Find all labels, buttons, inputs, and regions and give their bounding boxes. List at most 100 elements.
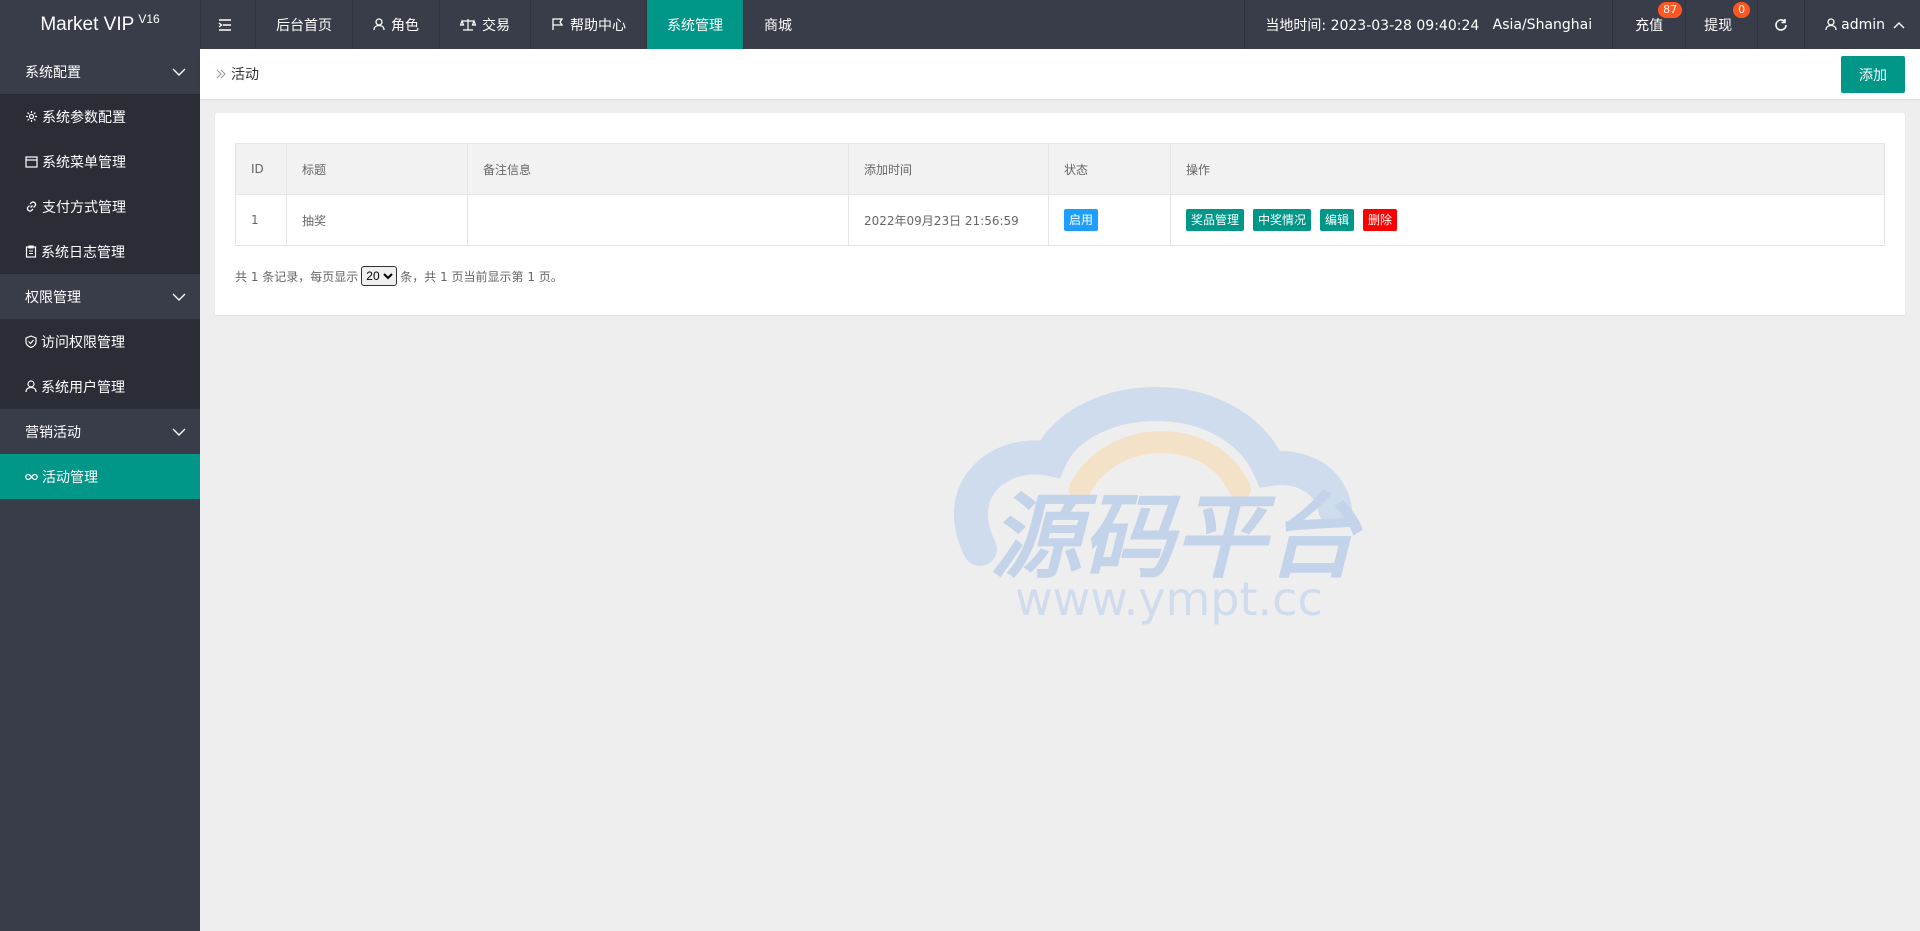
activity-table: ID 标题 备注信息 添加时间 状态 操作 1 抽奖 2022年09月23日 2… bbox=[235, 143, 1885, 246]
withdraw-button[interactable]: 提现 0 bbox=[1685, 0, 1757, 49]
top-nav: 后台首页 角色 交易 帮助中心 系统管理 商城 bbox=[200, 0, 812, 49]
cell-id: 1 bbox=[235, 194, 287, 246]
group-label: 营销活动 bbox=[25, 424, 81, 441]
nav-trade[interactable]: 交易 bbox=[440, 0, 531, 49]
link-icon bbox=[26, 201, 37, 212]
edit-button[interactable]: 编辑 bbox=[1320, 209, 1355, 231]
activity-panel: ID 标题 备注信息 添加时间 状态 操作 1 抽奖 2022年09月23日 2… bbox=[215, 113, 1905, 315]
username: admin bbox=[1841, 16, 1885, 33]
sidebar-group-system-config[interactable]: 系统配置 bbox=[0, 49, 200, 94]
nav-label: 后台首页 bbox=[276, 17, 332, 34]
cell-title: 抽奖 bbox=[286, 194, 468, 246]
col-header-actions[interactable]: 操作 bbox=[1170, 143, 1885, 195]
item-label: 系统用户管理 bbox=[41, 379, 125, 396]
double-chevron-right-icon bbox=[216, 69, 226, 79]
local-time: 当地时间: 2023-03-28 09:40:24 Asia/Shanghai bbox=[1244, 0, 1612, 49]
col-header-note[interactable]: 备注信息 bbox=[467, 143, 849, 195]
main-content: 活动 添加 ID 标题 备注信息 添加时间 状态 操作 1 抽奖 2022年09… bbox=[200, 49, 1920, 931]
status-badge[interactable]: 启用 bbox=[1064, 209, 1099, 231]
winners-button[interactable]: 中奖情况 bbox=[1253, 209, 1312, 231]
sidebar-group-marketing[interactable]: 营销活动 bbox=[0, 409, 200, 454]
breadcrumb: 活动 添加 bbox=[200, 49, 1920, 99]
user-icon bbox=[25, 380, 37, 393]
nav-label: 商城 bbox=[764, 17, 792, 34]
nav-label: 交易 bbox=[482, 17, 510, 34]
chevron-down-icon bbox=[172, 428, 186, 436]
group-label: 系统配置 bbox=[25, 64, 81, 81]
chevron-up-icon bbox=[1893, 21, 1905, 28]
sidebar: 系统配置 系统参数配置 系统菜单管理 支付方式管理 系统日志管理 权限管理 访问… bbox=[0, 49, 200, 931]
sidebar-item-access[interactable]: 访问权限管理 bbox=[0, 319, 200, 364]
pagination: 共 1 条记录，每页显示 20 条，共 1 页当前显示第 1 页。 bbox=[235, 266, 563, 286]
shield-icon bbox=[25, 335, 37, 348]
logo-text: Market VIP bbox=[40, 13, 135, 35]
sidebar-item-payment[interactable]: 支付方式管理 bbox=[0, 184, 200, 229]
nav-system[interactable]: 系统管理 bbox=[647, 0, 744, 49]
cell-status: 启用 bbox=[1048, 194, 1171, 246]
item-label: 系统日志管理 bbox=[41, 244, 125, 261]
clipboard-icon bbox=[25, 245, 37, 258]
time-text: 当地时间: 2023-03-28 09:40:24 bbox=[1265, 17, 1480, 34]
nav-help[interactable]: 帮助中心 bbox=[531, 0, 647, 49]
pager-prefix: 共 1 条记录，每页显示 bbox=[235, 269, 359, 284]
sidebar-item-users[interactable]: 系统用户管理 bbox=[0, 364, 200, 409]
add-button[interactable]: 添加 bbox=[1841, 56, 1905, 93]
cell-actions: 奖品管理 中奖情况 编辑 删除 bbox=[1170, 194, 1885, 246]
page-size-select[interactable]: 20 bbox=[361, 266, 398, 286]
gear-icon bbox=[26, 111, 37, 122]
item-label: 活动管理 bbox=[42, 469, 98, 486]
withdraw-label: 提现 bbox=[1704, 17, 1733, 34]
nav-mall[interactable]: 商城 bbox=[744, 0, 812, 49]
menu-fold-icon bbox=[218, 18, 231, 31]
item-label: 访问权限管理 bbox=[41, 334, 125, 351]
breadcrumb-current: 活动 bbox=[231, 67, 259, 83]
col-header-id[interactable]: ID bbox=[235, 143, 287, 195]
window-icon bbox=[25, 155, 38, 168]
user-icon bbox=[1825, 18, 1837, 31]
scale-icon bbox=[460, 19, 476, 31]
sidebar-item-activity[interactable]: 活动管理 bbox=[0, 454, 200, 499]
col-header-title[interactable]: 标题 bbox=[286, 143, 468, 195]
top-header: Market VIP V16 后台首页 角色 交易 帮助中心 系统管理 商城 当地… bbox=[0, 0, 1920, 49]
recharge-badge: 87 bbox=[1658, 2, 1683, 18]
pager-suffix: 条，共 1 页当前显示第 1 页。 bbox=[400, 269, 563, 284]
timezone-text: Asia/Shanghai bbox=[1492, 16, 1593, 33]
prize-manage-button[interactable]: 奖品管理 bbox=[1186, 209, 1245, 231]
nav-dashboard[interactable]: 后台首页 bbox=[256, 0, 353, 49]
recharge-label: 充值 bbox=[1635, 17, 1664, 34]
group-label: 权限管理 bbox=[25, 289, 81, 306]
sidebar-item-params[interactable]: 系统参数配置 bbox=[0, 94, 200, 139]
nav-label: 帮助中心 bbox=[570, 17, 626, 34]
infinity-icon bbox=[25, 473, 38, 480]
menu-collapse-button[interactable] bbox=[200, 0, 256, 49]
recharge-button[interactable]: 充值 87 bbox=[1612, 0, 1685, 49]
refresh-icon bbox=[1775, 18, 1787, 31]
sidebar-item-menu[interactable]: 系统菜单管理 bbox=[0, 139, 200, 184]
app-logo[interactable]: Market VIP V16 bbox=[0, 0, 200, 49]
user-menu[interactable]: admin bbox=[1804, 0, 1920, 49]
refresh-button[interactable] bbox=[1757, 0, 1804, 49]
col-header-time[interactable]: 添加时间 bbox=[848, 143, 1049, 195]
user-icon bbox=[373, 18, 385, 31]
item-label: 系统菜单管理 bbox=[42, 154, 126, 171]
sidebar-item-logs[interactable]: 系统日志管理 bbox=[0, 229, 200, 274]
watermark-url: www.ympt.cc bbox=[1015, 572, 1323, 626]
col-header-status[interactable]: 状态 bbox=[1048, 143, 1171, 195]
logo-version: V16 bbox=[138, 11, 160, 26]
chevron-down-icon bbox=[172, 293, 186, 301]
cell-note bbox=[467, 194, 849, 246]
nav-label: 系统管理 bbox=[667, 17, 723, 34]
item-label: 支付方式管理 bbox=[42, 199, 126, 216]
nav-role[interactable]: 角色 bbox=[353, 0, 440, 49]
sidebar-group-permission[interactable]: 权限管理 bbox=[0, 274, 200, 319]
nav-label: 角色 bbox=[391, 17, 419, 34]
flag-icon bbox=[552, 18, 564, 30]
delete-button[interactable]: 删除 bbox=[1363, 209, 1398, 231]
cell-time: 2022年09月23日 21:56:59 bbox=[848, 194, 1049, 246]
header-right: 当地时间: 2023-03-28 09:40:24 Asia/Shanghai … bbox=[1244, 0, 1920, 49]
item-label: 系统参数配置 bbox=[42, 109, 126, 126]
chevron-down-icon bbox=[172, 68, 186, 76]
watermark-logo: 源码平台 www.ympt.cc bbox=[953, 387, 1363, 626]
withdraw-badge: 0 bbox=[1733, 2, 1751, 18]
table-header-row: ID 标题 备注信息 添加时间 状态 操作 bbox=[235, 143, 1885, 195]
